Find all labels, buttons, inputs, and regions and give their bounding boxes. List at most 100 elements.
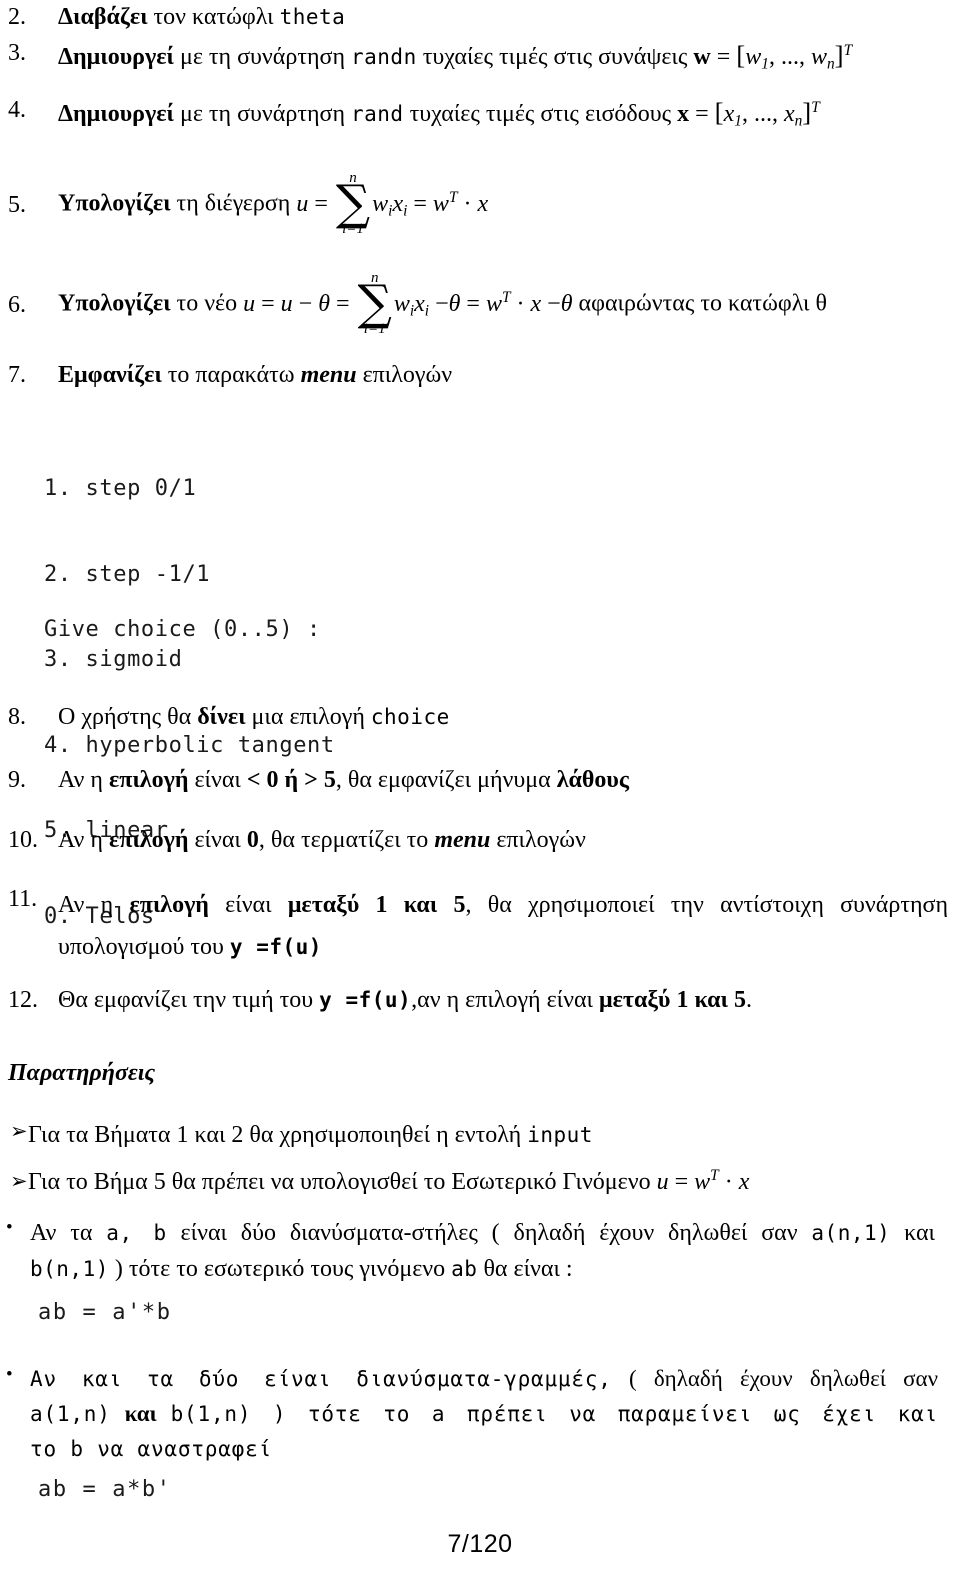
inline-code-y-equals-f-u: y =f(u) bbox=[229, 935, 322, 959]
math-equals: = bbox=[413, 190, 427, 217]
step-text-mid: είναι bbox=[208, 892, 288, 918]
step-item-7: 7. Εμφανίζει το παρακάτω menu επιλογών bbox=[0, 360, 955, 391]
math-x: x bbox=[414, 290, 425, 317]
menu-option: 2. step -1/1 bbox=[44, 561, 211, 587]
math-w: w bbox=[694, 1169, 711, 1195]
new-excitation-formula: u = u − θ = n ∑ i=1 wixi −θ = wT · x −θ bbox=[243, 271, 573, 337]
step-bold: δίνει bbox=[197, 704, 246, 730]
math-w1: w bbox=[745, 44, 762, 70]
remark-text-d: ) τότε το εσωτερικό τους γινόμενο bbox=[108, 1256, 452, 1282]
math-theta3: θ bbox=[560, 290, 573, 317]
step-number: 2. bbox=[8, 4, 26, 30]
step-text-pre: Αν η bbox=[58, 767, 109, 793]
math-transpose: T bbox=[448, 188, 458, 206]
inline-code-a-n-1: a(n,1) bbox=[811, 1221, 891, 1245]
inline-code: randn bbox=[351, 45, 417, 69]
inline-code-ab: ab bbox=[451, 1257, 478, 1281]
math-theta2: θ bbox=[448, 290, 461, 317]
choice-range-condition: μεταξύ 1 και 5 bbox=[287, 892, 466, 918]
step-text-mid: με τη συνάρτηση bbox=[173, 101, 351, 127]
sum-lower-limit: i=1 bbox=[363, 321, 386, 338]
math-equals: = bbox=[466, 290, 480, 317]
step-text: Αν η επιλογή είναι 0, θα τερματίζει το m… bbox=[58, 825, 586, 856]
step-text-tail: επιλογών bbox=[490, 827, 586, 853]
inline-code: rand bbox=[351, 102, 404, 126]
menu-option: 4. hyperbolic tangent bbox=[44, 732, 335, 758]
step-text-mid: με τη συνάρτηση bbox=[173, 44, 351, 70]
step-number: 10. bbox=[8, 827, 38, 853]
step-text-pre: Ο χρήστης θα bbox=[58, 704, 198, 730]
math-theta: θ bbox=[318, 290, 331, 317]
math-minus: − bbox=[298, 290, 313, 317]
math-wn: w bbox=[810, 44, 827, 70]
inner-product-formula: u = wT · x bbox=[657, 1167, 750, 1195]
math-u2: u bbox=[280, 290, 293, 317]
math-x-rhs: x bbox=[477, 190, 489, 217]
inline-code-y-equals-f-u: y =f(u) bbox=[319, 988, 412, 1012]
step-text-pre: Αν η bbox=[58, 827, 109, 853]
step-line-1: Αν η επιλογή είναι μεταξύ 1 και 5, θα χρ… bbox=[58, 884, 948, 926]
sigma-glyph: ∑ bbox=[335, 175, 371, 231]
math-bracket-open: [ bbox=[714, 97, 724, 127]
math-bracket-open: [ bbox=[736, 40, 746, 70]
step-bold-lead: Δημιουργεί bbox=[58, 101, 174, 127]
remark-text-c: ) τότε το a πρέπει να παραμείνει ως έχει… bbox=[251, 1402, 939, 1427]
step-text: Αν η επιλογή είναι μεταξύ 1 και 5, θα χρ… bbox=[58, 884, 948, 968]
step-number: 8. bbox=[8, 704, 26, 730]
math-equals: = bbox=[261, 290, 275, 317]
math-minus: − bbox=[435, 290, 449, 317]
math-u: u bbox=[243, 290, 256, 317]
remark-line-2: b(n,1) ) τότε το εσωτερικό τους γινόμενο… bbox=[30, 1251, 935, 1287]
step-text: Υπολογίζει τη διέγερση u = n ∑ i=1 wixi = w… bbox=[58, 171, 489, 238]
math-dot-product: · bbox=[463, 190, 472, 217]
choice-range-condition: μεταξύ 1 και 5 bbox=[599, 987, 746, 1013]
remark-text: Για το Βήμα 5 θα πρέπει να υπολογισθεί τ… bbox=[28, 1165, 749, 1199]
remark-line-3: το b να αναστραφεί bbox=[30, 1432, 938, 1467]
step-text: Αν η επιλογή είναι < 0 ή > 5, θα εμφανίζ… bbox=[58, 765, 629, 796]
step-number: 6. bbox=[8, 292, 26, 319]
remark-arrow-item-1: ➢ Για τα Βήματα 1 και 2 θα χρησιμοποιηθε… bbox=[0, 1118, 940, 1152]
math-transpose: T bbox=[843, 42, 853, 60]
step-text-mid2: , θα εμφανίζει μήνυμα bbox=[335, 767, 557, 793]
math-ellipsis: , ..., bbox=[741, 101, 784, 127]
math-bracket-close: ] bbox=[802, 97, 812, 127]
math-transpose: T bbox=[811, 99, 820, 117]
arrow-bullet-icon: ➢ bbox=[10, 1169, 28, 1194]
step-number: 11. bbox=[8, 886, 38, 912]
step-bold: επιλογή bbox=[108, 767, 189, 793]
remark-text-b: ( δηλαδή έχουν δηλωθεί σαν bbox=[611, 1366, 939, 1391]
code-result-column-vectors: ab = a'*b bbox=[38, 1300, 172, 1325]
remark-line-2: a(1,n) και b(1,n) ) τότε το a πρέπει να … bbox=[30, 1397, 938, 1432]
step-bold-lead: Υπολογίζει bbox=[58, 190, 171, 217]
remark-text: Αν τα a, b είναι δύο διανύσματα-στήλες (… bbox=[30, 1215, 935, 1287]
math-x-index: i bbox=[403, 201, 408, 219]
remark-text-a: Αν τα bbox=[30, 1220, 107, 1246]
step-item-3: 3. Δημιουργεί με τη συνάρτηση randn τυχα… bbox=[0, 38, 955, 74]
step-text: Δημιουργεί με τη συνάρτηση rand τυχαίες … bbox=[58, 95, 820, 131]
math-x: x bbox=[738, 1169, 750, 1195]
math-x-rhs: x bbox=[530, 290, 542, 317]
choice-range-condition: < 0 ή > 5 bbox=[246, 767, 336, 793]
step-text: Θα εμφανίζει την τιμή του y =f(u),αν η ε… bbox=[58, 985, 752, 1016]
choice-prompt: Give choice (0..5) : bbox=[44, 617, 321, 642]
step-bold-lead: Δημιουργεί bbox=[58, 44, 174, 70]
step-text-pre: υπολογισμού του bbox=[58, 934, 230, 960]
menu-option: 3. sigmoid bbox=[44, 647, 183, 672]
sum-lower-limit: i=1 bbox=[342, 221, 364, 238]
choice-zero-value: 0 bbox=[246, 827, 259, 853]
math-equals: = bbox=[314, 190, 328, 217]
sigma-glyph: ∑ bbox=[357, 275, 392, 331]
remark-text-and: και bbox=[110, 1401, 171, 1427]
step-number: 12. bbox=[8, 987, 38, 1013]
math-w-rhs: w bbox=[485, 290, 502, 317]
step-bold-lead: Εμφανίζει bbox=[58, 362, 162, 388]
dot-bullet-icon: • bbox=[6, 1217, 13, 1238]
step-text: Διαβάζει τον κατώφλι theta bbox=[58, 2, 345, 33]
step-text-after: τυχαίες τιμές στις εισόδους bbox=[403, 101, 678, 127]
math-vector-symbol: w bbox=[693, 44, 711, 70]
excitation-formula: u = n ∑ i=1 wixi = wT · x bbox=[296, 171, 489, 237]
math-u: u bbox=[296, 190, 309, 217]
remark-text-c: και bbox=[890, 1220, 936, 1246]
remark-text-b: είναι δύο διανύσματα-στήλες ( δηλαδή έχο… bbox=[166, 1220, 812, 1246]
step-text: Ο χρήστης θα δίνει μια επιλογή choice bbox=[58, 702, 450, 733]
